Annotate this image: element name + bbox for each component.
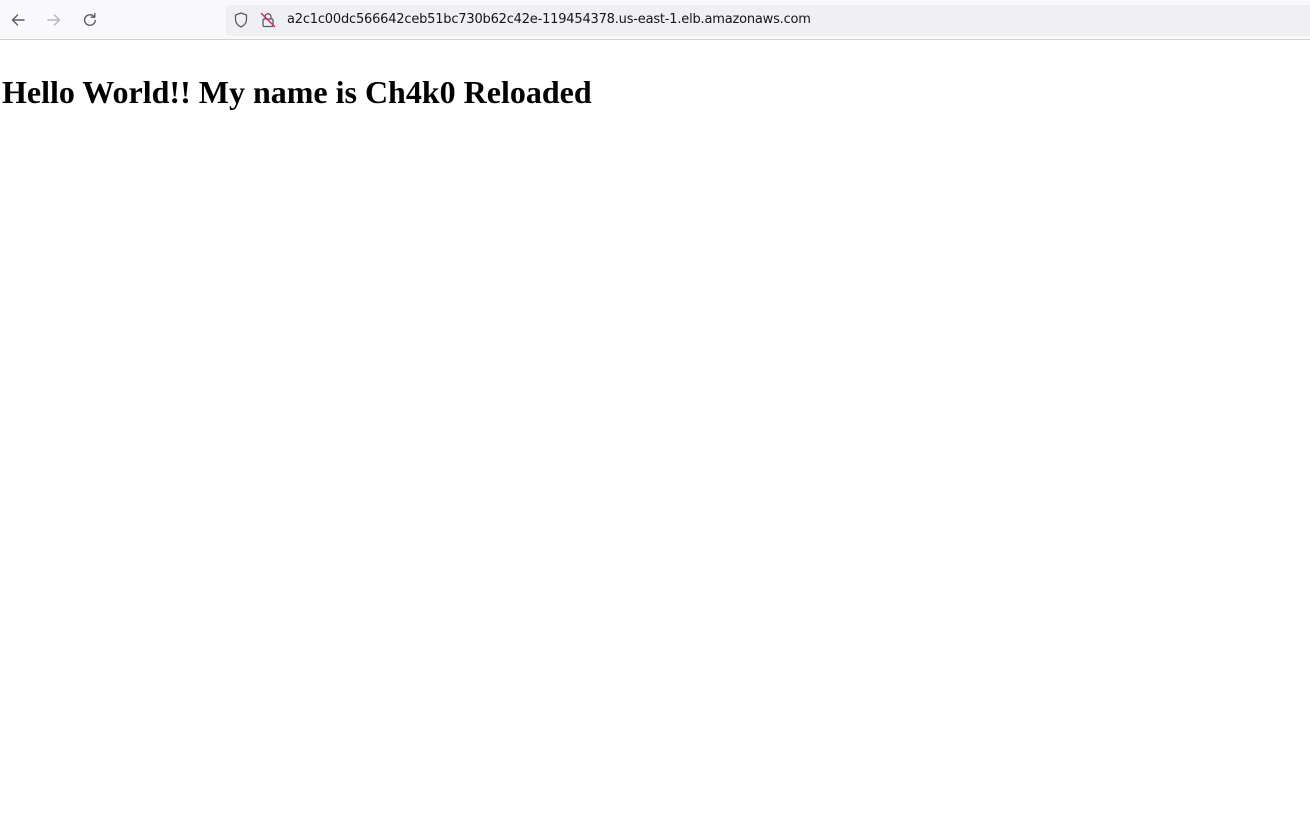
arrow-left-icon [9, 11, 27, 29]
address-bar[interactable]: a2c1c00dc566642ceb51bc730b62c42e-1194543… [226, 5, 1310, 36]
arrow-right-icon [45, 11, 63, 29]
page-heading: Hello World!! My name is Ch4k0 Reloaded [2, 74, 592, 110]
url-text[interactable]: a2c1c00dc566642ceb51bc730b62c42e-1194543… [287, 12, 811, 27]
reload-icon [81, 11, 99, 29]
reload-button[interactable] [76, 6, 104, 34]
browser-toolbar: a2c1c00dc566642ceb51bc730b62c42e-1194543… [0, 0, 1310, 40]
shield-icon[interactable] [232, 11, 250, 29]
forward-button[interactable] [40, 6, 68, 34]
back-button[interactable] [4, 6, 32, 34]
insecure-lock-icon[interactable] [259, 11, 277, 29]
page-content: Hello World!! My name is Ch4k0 Reloaded [0, 41, 1310, 822]
